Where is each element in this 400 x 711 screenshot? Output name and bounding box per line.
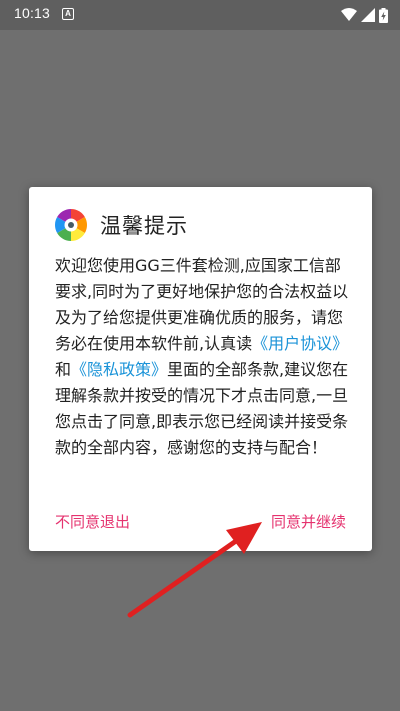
privacy-policy-link[interactable]: 《隐私政策》 [71, 360, 167, 379]
status-icons [341, 6, 388, 24]
user-agreement-link[interactable]: 《用户协议》 [252, 334, 348, 353]
notification-app-icon: A [62, 8, 74, 20]
dialog-actions: 不同意退出 同意并继续 [29, 507, 372, 535]
dialog-title: 温馨提示 [100, 214, 188, 238]
status-bar: 10:13 A [0, 0, 400, 30]
battery-charging-icon [379, 7, 388, 23]
message-connector: 和 [55, 360, 72, 379]
agree-continue-button[interactable]: 同意并继续 [271, 511, 346, 532]
wifi-icon [341, 8, 357, 21]
signal-icon [361, 8, 375, 22]
dialog-message: 欢迎您使用GG三件套检测,应国家工信部要求,同时为了更好地保护您的合法权益以及为… [55, 253, 355, 461]
app-logo-icon [54, 209, 88, 241]
decline-exit-button[interactable]: 不同意退出 [55, 511, 130, 532]
status-time: 10:13 [14, 5, 51, 21]
dialog-header: 温馨提示 [54, 207, 188, 243]
privacy-dialog: 温馨提示 欢迎您使用GG三件套检测,应国家工信部要求,同时为了更好地保护您的合法… [29, 187, 372, 551]
